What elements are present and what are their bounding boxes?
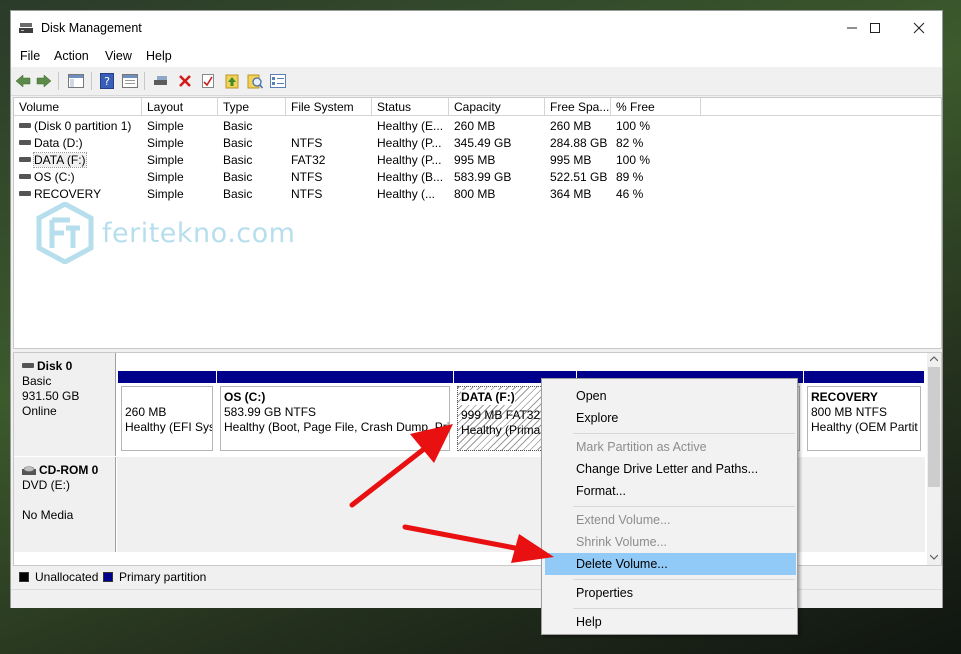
annotation-arrow [349, 424, 453, 508]
annotation-arrows [349, 424, 554, 563]
annotation-arrow [402, 524, 554, 563]
